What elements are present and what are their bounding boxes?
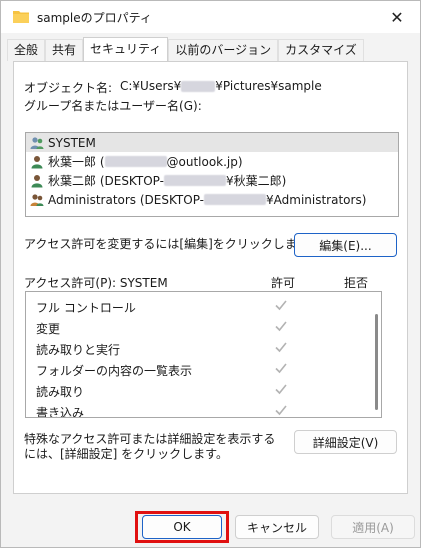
list-item-user-1[interactable]: 秋葉一郎 ( @outlook.jp) — [26, 152, 398, 171]
permission-row: フル コントロール — [26, 296, 366, 317]
permission-row: 読み取りと実行 — [26, 338, 366, 359]
allow-column-header: 許可 — [271, 276, 296, 290]
object-path-prefix: C:¥Users¥ — [120, 79, 182, 93]
cancel-button[interactable]: キャンセル — [235, 515, 319, 539]
tab-security[interactable]: セキュリティ — [83, 37, 169, 61]
user-name-suffix: ¥秋葉二郎) — [225, 174, 287, 188]
permission-row: 書き込み — [26, 401, 366, 418]
redacted-hostname — [204, 194, 267, 205]
title-bar: sampleのプロパティ ✕ — [1, 1, 420, 33]
checkmark-icon — [275, 363, 287, 374]
checkmark-icon — [275, 405, 287, 416]
close-button[interactable]: ✕ — [374, 1, 420, 33]
checkmark-icon — [275, 321, 287, 332]
advanced-note-line-2: には、[詳細設定] をクリックします。 — [24, 447, 228, 461]
user-group-icon — [30, 136, 44, 149]
permission-name: 書き込み — [36, 406, 85, 418]
user-name-prefix: Administrators (DESKTOP- — [48, 192, 205, 207]
user-name-prefix: 秋葉一郎 ( — [48, 155, 105, 169]
users-list[interactable]: SYSTEM 秋葉一郎 ( @outlook.jp) 秋葉二郎 (DESKTOP-… — [25, 132, 399, 217]
list-item-user-2[interactable]: 秋葉二郎 (DESKTOP- ¥秋葉二郎) — [26, 171, 398, 190]
redacted-hostname — [163, 175, 226, 186]
list-item-system[interactable]: SYSTEM — [26, 133, 398, 152]
security-panel: オブジェクト名: C:¥Users¥ ¥Pictures¥sample グループ名… — [13, 61, 408, 494]
advanced-note-line-1: 特殊なアクセス許可または詳細設定を表示する — [24, 432, 276, 446]
group-label: グループ名またはユーザー名(G): — [24, 99, 202, 113]
edit-button[interactable]: 編集(E)... — [294, 233, 397, 257]
permission-name: 変更 — [36, 322, 61, 336]
permissions-scrollbar[interactable] — [375, 314, 378, 410]
tab-strip: 全般 共有 セキュリティ 以前のバージョン カスタマイズ — [7, 37, 364, 61]
permission-name: フォルダーの内容の一覧表示 — [36, 364, 193, 378]
user-icon — [31, 155, 43, 168]
tab-sharing[interactable]: 共有 — [45, 39, 84, 61]
deny-column-header: 拒否 — [344, 276, 369, 290]
object-name-label: オブジェクト名: — [24, 81, 113, 95]
object-name-value: C:¥Users¥ ¥Pictures¥sample — [120, 79, 322, 93]
permission-row: 変更 — [26, 317, 366, 338]
permission-row: 読み取り — [26, 380, 366, 401]
folder-icon — [13, 11, 29, 23]
advanced-button[interactable]: 詳細設定(V) — [294, 430, 397, 454]
checkmark-icon — [275, 342, 287, 353]
list-item-administrators[interactable]: Administrators (DESKTOP- ¥Administrators) — [26, 190, 398, 209]
user-name-prefix: 秋葉二郎 (DESKTOP- — [48, 174, 164, 188]
permission-name: 読み取りと実行 — [36, 343, 121, 357]
user-name-suffix: ¥Administrators) — [266, 192, 367, 207]
permissions-list: フル コントロール 変更 読み取りと実行 フォルダーの内容の一覧表示 読み取り … — [25, 291, 382, 418]
tab-customize[interactable]: カスタマイズ — [278, 39, 364, 61]
advanced-note: 特殊なアクセス許可または詳細設定を表示する には、[詳細設定] をクリックします… — [24, 432, 275, 462]
properties-dialog: sampleのプロパティ ✕ 全般 共有 セキュリティ 以前のバージョン カスタ… — [0, 0, 421, 548]
tab-previous-versions[interactable]: 以前のバージョン — [168, 39, 279, 61]
user-name-suffix: @outlook.jp) — [166, 154, 243, 169]
permission-row: フォルダーの内容の一覧表示 — [26, 359, 366, 380]
checkmark-icon — [275, 384, 287, 395]
close-icon: ✕ — [390, 7, 404, 27]
checkmark-icon — [275, 300, 287, 311]
user-group-icon — [30, 193, 44, 206]
redacted-email — [104, 156, 167, 167]
change-permission-text: アクセス許可を変更するには[編集]をクリックします。 — [24, 237, 320, 251]
object-path-suffix: ¥Pictures¥sample — [215, 79, 322, 93]
ok-highlight-box — [135, 511, 229, 543]
user-name: SYSTEM — [48, 135, 96, 150]
redacted-username — [181, 81, 216, 92]
user-icon — [31, 174, 43, 187]
permission-name: フル コントロール — [36, 301, 136, 315]
tab-general[interactable]: 全般 — [7, 39, 46, 61]
permission-header: アクセス許可(P): SYSTEM — [24, 276, 168, 290]
window-title: sampleのプロパティ — [37, 11, 152, 25]
apply-button[interactable]: 適用(A) — [331, 515, 415, 539]
permission-name: 読み取り — [36, 385, 85, 399]
